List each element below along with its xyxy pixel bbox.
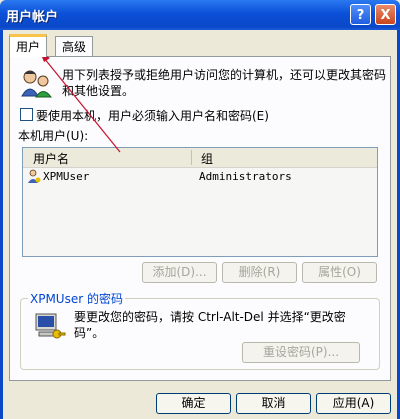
- tab-users[interactable]: 用户: [9, 34, 48, 57]
- annotation-arrow: [40, 52, 121, 153]
